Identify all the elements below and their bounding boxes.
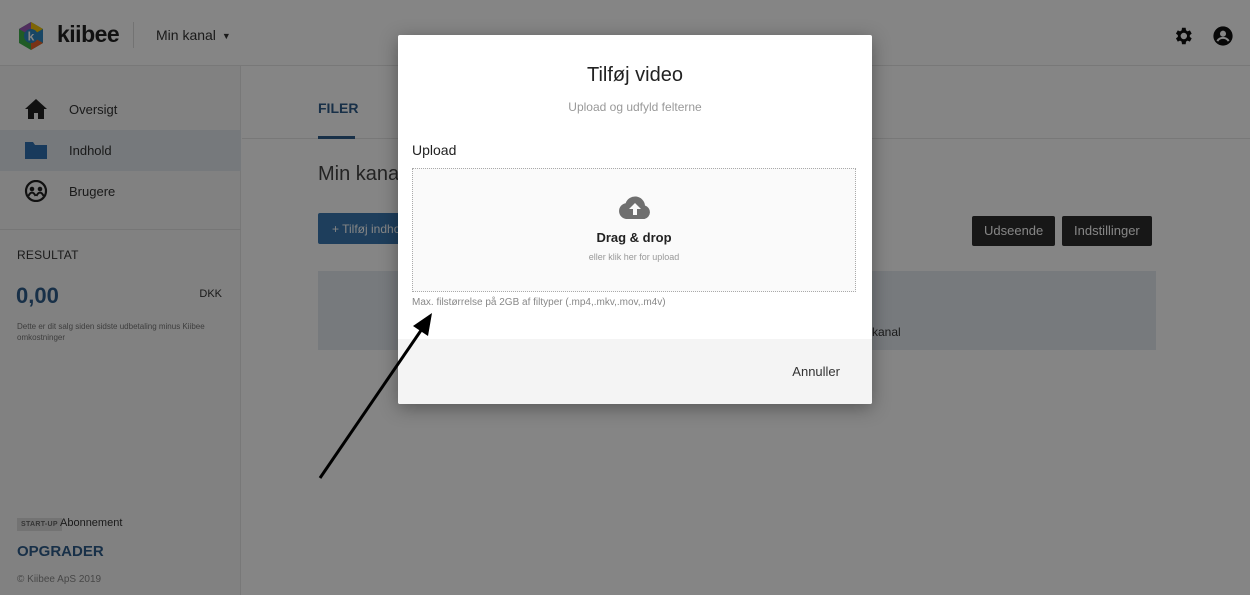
dialog-footer: Annuller — [398, 339, 872, 404]
cancel-button[interactable]: Annuller — [792, 364, 840, 379]
upload-dropzone[interactable]: Drag & drop eller klik her for upload — [412, 168, 856, 292]
dialog-title: Tilføj video — [587, 64, 683, 86]
upload-label: Upload — [412, 142, 457, 158]
dialog-subtitle: Upload og udfyld felterne — [568, 100, 702, 114]
dropzone-title: Drag & drop — [596, 230, 672, 245]
file-size-hint: Max. filstørrelse på 2GB af filtyper (.m… — [412, 297, 666, 308]
cloud-upload-icon — [619, 196, 650, 219]
dropzone-subtitle: eller klik her for upload — [588, 252, 680, 262]
add-video-dialog: Tilføj video Upload og udfyld felterne U… — [398, 35, 872, 404]
